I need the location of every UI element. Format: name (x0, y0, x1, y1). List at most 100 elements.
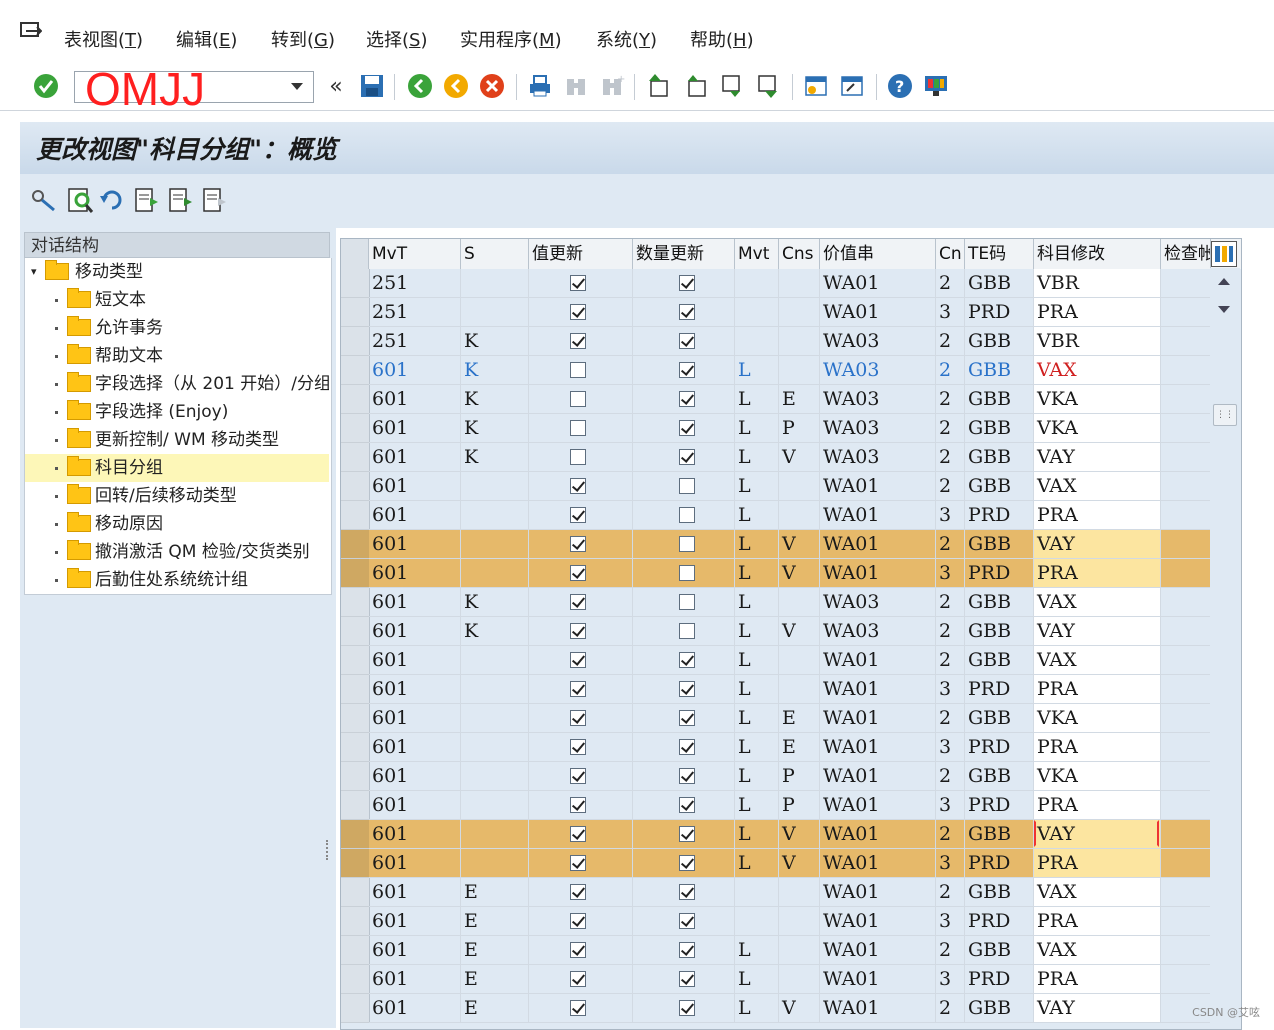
column-header[interactable]: S (461, 239, 529, 269)
checkbox[interactable] (679, 507, 695, 523)
checkbox[interactable] (570, 768, 586, 784)
table-row[interactable]: 601 K L P WA03 2 GBB VKA (341, 414, 1211, 443)
find-icon[interactable] (562, 72, 590, 100)
last-page-icon[interactable] (754, 72, 782, 100)
account-modifier-cell[interactable]: VAX (1034, 936, 1161, 965)
cancel-icon[interactable] (478, 72, 506, 100)
checkbox[interactable] (679, 768, 695, 784)
table-row[interactable]: 601 L P WA01 3 PRD PRA (341, 791, 1211, 820)
table-row[interactable]: 251 K WA03 2 GBB VBR (341, 327, 1211, 356)
row-selector[interactable] (341, 704, 370, 733)
table-row[interactable]: 601 E WA01 2 GBB VAX (341, 878, 1211, 907)
row-selector[interactable] (341, 617, 370, 646)
checkbox[interactable] (679, 826, 695, 842)
checkbox[interactable] (679, 739, 695, 755)
new-session-icon[interactable] (802, 72, 830, 100)
menu-item-5[interactable]: 系统(Y) (596, 26, 657, 52)
checkbox[interactable] (679, 536, 695, 552)
account-modifier-cell[interactable]: PRA (1034, 733, 1161, 762)
account-modifier-cell[interactable]: PRA (1034, 298, 1161, 327)
account-modifier-cell[interactable]: VKA (1034, 762, 1161, 791)
checkbox[interactable] (679, 449, 695, 465)
column-header[interactable]: 检查帐 (1161, 239, 1211, 269)
checkbox[interactable] (679, 478, 695, 494)
table-row[interactable]: 601 L WA01 3 PRD PRA (341, 501, 1211, 530)
row-selector[interactable] (341, 414, 370, 443)
checkbox[interactable] (570, 942, 586, 958)
prev-page-icon[interactable] (682, 72, 710, 100)
row-selector[interactable] (341, 646, 370, 675)
column-header[interactable]: Cns (779, 239, 820, 269)
table-row[interactable]: 601 L V WA01 2 GBB VAY (341, 820, 1211, 849)
checkbox[interactable] (679, 565, 695, 581)
scroll-down-icon[interactable] (1218, 306, 1230, 313)
checkbox[interactable] (570, 507, 586, 523)
checkbox[interactable] (570, 304, 586, 320)
checkbox[interactable] (570, 536, 586, 552)
table-row[interactable]: 601 K L E WA03 2 GBB VKA (341, 385, 1211, 414)
account-modifier-cell[interactable]: PRA (1034, 849, 1161, 878)
row-selector[interactable] (341, 472, 370, 501)
delete-icon[interactable] (166, 186, 194, 214)
checkbox[interactable] (679, 391, 695, 407)
next-page-icon[interactable] (718, 72, 746, 100)
column-header[interactable]: TE码 (965, 239, 1034, 269)
display-change-icon[interactable] (30, 186, 58, 214)
account-modifier-cell[interactable]: VAX (1034, 878, 1161, 907)
table-row[interactable]: 601 L E WA01 2 GBB VKA (341, 704, 1211, 733)
save-icon[interactable] (358, 72, 386, 100)
table-row[interactable]: 251 WA01 3 PRD PRA (341, 298, 1211, 327)
tree-node-0[interactable]: 短文本 (25, 286, 329, 314)
menu-icon[interactable] (20, 22, 43, 40)
table-row[interactable]: 601 K L WA03 2 GBB VAX (341, 356, 1211, 385)
column-header[interactable]: 价值串 (820, 239, 936, 269)
column-header[interactable]: 科目修改 (1034, 239, 1161, 269)
help-icon[interactable]: ? (886, 72, 914, 100)
account-modifier-cell[interactable]: PRA (1034, 559, 1161, 588)
checkbox[interactable] (570, 1000, 586, 1016)
row-selector[interactable] (341, 559, 370, 588)
checkbox[interactable] (679, 623, 695, 639)
back-double-icon[interactable]: « (322, 72, 350, 100)
checkbox[interactable] (679, 275, 695, 291)
table-row[interactable]: 601 K L V WA03 2 GBB VAY (341, 617, 1211, 646)
checkbox[interactable] (570, 652, 586, 668)
new-entries-icon[interactable] (66, 186, 94, 214)
row-selector[interactable] (341, 733, 370, 762)
checkbox[interactable] (679, 855, 695, 871)
copy-as-icon[interactable] (132, 186, 160, 214)
checkbox[interactable] (570, 884, 586, 900)
splitter-handle[interactable] (326, 840, 332, 860)
tree-node-5[interactable]: 更新控制/ WM 移动类型 (25, 426, 329, 454)
account-modifier-cell[interactable]: VAX (1034, 646, 1161, 675)
tree-node-4[interactable]: 字段选择 (Enjoy) (25, 398, 329, 426)
checkbox[interactable] (570, 362, 586, 378)
tree-node-10[interactable]: 后勤住处系统统计组 (25, 566, 329, 594)
account-modifier-cell[interactable]: VAX (1034, 588, 1161, 617)
checkbox[interactable] (570, 420, 586, 436)
account-modifier-cell[interactable]: VAY (1034, 617, 1161, 646)
back-icon[interactable] (406, 72, 434, 100)
account-modifier-cell[interactable]: VAY (1034, 994, 1161, 1023)
table-row[interactable]: 601 L P WA01 2 GBB VKA (341, 762, 1211, 791)
row-selector[interactable] (341, 269, 370, 298)
table-row[interactable]: 601 L WA01 2 GBB VAX (341, 646, 1211, 675)
row-selector[interactable] (341, 327, 370, 356)
checkbox[interactable] (570, 275, 586, 291)
checkbox[interactable] (679, 652, 695, 668)
checkbox[interactable] (570, 594, 586, 610)
table-row[interactable]: 601 K L V WA03 2 GBB VAY (341, 443, 1211, 472)
find-next-icon[interactable]: + (598, 72, 626, 100)
tree-node-root[interactable]: ▾ 移动类型 (25, 258, 325, 286)
first-page-icon[interactable] (644, 72, 672, 100)
table-row[interactable]: 601 E L WA01 2 GBB VAX (341, 936, 1211, 965)
checkbox[interactable] (570, 826, 586, 842)
tree-node-7[interactable]: 回转/后续移动类型 (25, 482, 329, 510)
table-row[interactable]: 601 L WA01 2 GBB VAX (341, 472, 1211, 501)
table-row[interactable]: 601 L WA01 3 PRD PRA (341, 675, 1211, 704)
checkbox[interactable] (679, 913, 695, 929)
menu-item-0[interactable]: 表视图(T) (64, 26, 143, 52)
scroll-thumb[interactable]: ⋮⋮ (1213, 404, 1237, 426)
table-row[interactable]: 601 L V WA01 3 PRD PRA (341, 849, 1211, 878)
account-modifier-cell[interactable]: VBR (1034, 269, 1161, 298)
